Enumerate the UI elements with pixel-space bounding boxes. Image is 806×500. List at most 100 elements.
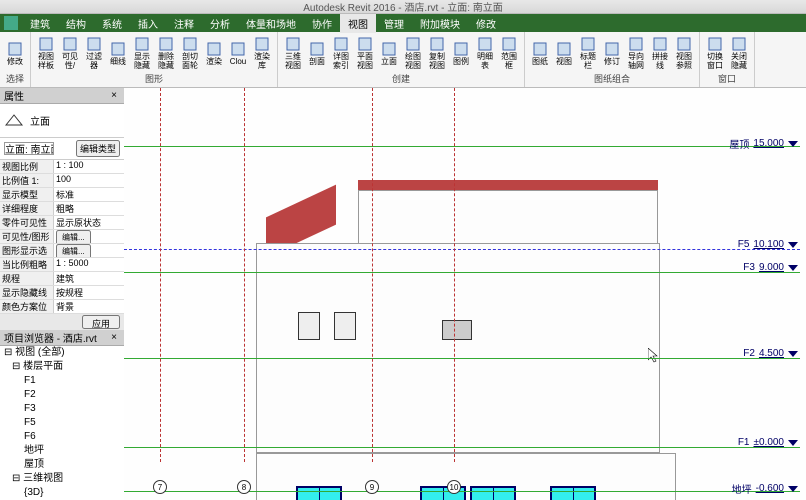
- cmd-细线[interactable]: 细线: [107, 35, 129, 71]
- grid-bubble[interactable]: 10: [447, 480, 461, 494]
- prop-type-label: 立面: [30, 113, 50, 128]
- tree-node[interactable]: F5: [0, 416, 124, 430]
- tree-node[interactable]: F1: [0, 374, 124, 388]
- drawing-canvas[interactable]: 屋顶15.000 F510.100 F39.000 F24.500 F1±0.000 地坪…: [124, 88, 806, 500]
- tree-node[interactable]: ⊟ 视图 (全部): [0, 346, 124, 360]
- prop-value[interactable]: 100: [54, 174, 124, 187]
- cmd-拼接线[interactable]: 拼接线: [649, 35, 671, 71]
- cmd-显示隐藏线[interactable]: 显示隐藏: [131, 35, 153, 71]
- level-line[interactable]: [124, 272, 800, 273]
- level-line[interactable]: [124, 249, 800, 250]
- tab-管理[interactable]: 管理: [376, 14, 412, 33]
- tab-附加模块[interactable]: 附加模块: [412, 14, 468, 33]
- level-marker-icon: [788, 486, 798, 492]
- close-icon[interactable]: ×: [108, 332, 120, 344]
- project-browser[interactable]: ⊟ 视图 (全部)⊟ 楼层平面F1F2F3F5F6地坪屋顶⊟ 三维视图{3D}三…: [0, 346, 124, 500]
- grid-line[interactable]: [372, 88, 373, 462]
- cmd-可见性/图形[interactable]: 可见性/: [59, 35, 81, 71]
- level-tag[interactable]: F1±0.000: [738, 437, 798, 448]
- prop-value[interactable]: 建筑: [54, 272, 124, 285]
- cmd-明细表[interactable]: 明细表: [474, 35, 496, 71]
- prop-value[interactable]: 背景: [54, 300, 124, 313]
- grid-bubble[interactable]: 7: [153, 480, 167, 494]
- cmd-Cloud渲染[interactable]: Clou: [227, 35, 249, 71]
- group-label: 选择: [4, 72, 26, 85]
- cmd-绘图视图[interactable]: 绘图视图: [402, 35, 424, 71]
- cmd-平面视图[interactable]: 平面视图: [354, 35, 376, 71]
- prop-value[interactable]: 粗略: [54, 202, 124, 215]
- prop-row: 显示模型标准: [0, 188, 124, 202]
- cmd-详图索引[interactable]: 详图索引: [330, 35, 352, 71]
- cmd-图纸[interactable]: 图纸: [529, 35, 551, 71]
- grid-line[interactable]: [454, 88, 455, 462]
- cmd-三维视图[interactable]: 三维视图: [282, 35, 304, 71]
- cmd-剖面[interactable]: 剖面: [306, 35, 328, 71]
- cmd-过滤器[interactable]: 过滤器: [83, 35, 105, 71]
- tree-node[interactable]: F6: [0, 430, 124, 444]
- cmd-视图样板[interactable]: 视图样板: [35, 35, 57, 71]
- prop-value[interactable]: 标准: [54, 188, 124, 201]
- cmd-修订[interactable]: 修订: [601, 35, 623, 71]
- level-line[interactable]: [124, 447, 800, 448]
- close-icon[interactable]: ×: [108, 90, 120, 102]
- tab-分析[interactable]: 分析: [202, 14, 238, 33]
- tab-协作[interactable]: 协作: [304, 14, 340, 33]
- cmd-关闭隐藏对象[interactable]: 关闭隐藏: [728, 35, 750, 71]
- app-icon[interactable]: [4, 16, 18, 30]
- level-tag[interactable]: 屋顶15.000: [729, 136, 798, 151]
- cmd-修改[interactable]: 修改: [4, 35, 26, 71]
- cmd-渲染[interactable]: 渲染: [203, 35, 225, 71]
- prop-value[interactable]: 1 : 5000: [54, 258, 124, 271]
- level-tag[interactable]: 地坪-0.600: [732, 481, 798, 496]
- prop-value[interactable]: 编辑...: [54, 230, 124, 243]
- level-line[interactable]: [124, 358, 800, 359]
- tree-node[interactable]: F2: [0, 388, 124, 402]
- cmd-图例[interactable]: 图例: [450, 35, 472, 71]
- grid-line[interactable]: [244, 88, 245, 462]
- tree-node[interactable]: 地坪: [0, 444, 124, 458]
- tree-node[interactable]: 屋顶: [0, 458, 124, 472]
- instance-select[interactable]: [4, 142, 54, 155]
- cmd-切换窗口[interactable]: 切换窗口: [704, 35, 726, 71]
- edit-type-button[interactable]: 编辑类型: [76, 140, 120, 157]
- level-tag[interactable]: F510.100: [738, 239, 798, 250]
- cmd-范围框[interactable]: 范围框: [498, 35, 520, 71]
- tab-插入[interactable]: 插入: [130, 14, 166, 33]
- prop-value[interactable]: 编辑...: [54, 244, 124, 257]
- tab-结构[interactable]: 结构: [58, 14, 94, 33]
- prop-value[interactable]: 按规程: [54, 286, 124, 299]
- cmd-导向轴网[interactable]: 导向轴网: [625, 35, 647, 71]
- tree-node[interactable]: ⊟ 三维视图: [0, 472, 124, 486]
- cmd-标题栏[interactable]: 标题栏: [577, 35, 599, 71]
- level-tag[interactable]: F39.000: [743, 262, 798, 273]
- cmd-视图参照[interactable]: 视图参照: [673, 35, 695, 71]
- level-tag[interactable]: F24.500: [743, 348, 798, 359]
- prop-value[interactable]: 显示原状态: [54, 216, 124, 229]
- level-line[interactable]: [124, 146, 800, 147]
- prop-key: 可见性/图形替换: [0, 230, 54, 243]
- cmd-删除隐藏线[interactable]: 删除隐藏: [155, 35, 177, 71]
- tree-node[interactable]: {3D}: [0, 486, 124, 500]
- level-elev: 9.000: [759, 262, 784, 273]
- tree-node[interactable]: F3: [0, 402, 124, 416]
- tab-体量和场地[interactable]: 体量和场地: [238, 14, 304, 33]
- cmd-视图[interactable]: 视图: [553, 35, 575, 71]
- cmd-渲染库[interactable]: 渲染库: [251, 35, 273, 71]
- tab-视图[interactable]: 视图: [340, 14, 376, 33]
- cmd-复制视图[interactable]: 复制视图: [426, 35, 448, 71]
- apply-button[interactable]: 应用: [82, 315, 120, 329]
- grid-bubble[interactable]: 8: [237, 480, 251, 494]
- prop-type-selector[interactable]: 立面: [0, 104, 124, 138]
- cmd-立面[interactable]: 立面: [378, 35, 400, 71]
- grid-bubble[interactable]: 9: [365, 480, 379, 494]
- tab-注释[interactable]: 注释: [166, 14, 202, 33]
- title-bar: Autodesk Revit 2016 - 酒店.rvt - 立面: 南立面: [0, 0, 806, 14]
- tab-建筑[interactable]: 建筑: [22, 14, 58, 33]
- grid-line[interactable]: [160, 88, 161, 462]
- tree-node[interactable]: ⊟ 楼层平面: [0, 360, 124, 374]
- tab-修改[interactable]: 修改: [468, 14, 504, 33]
- prop-value[interactable]: [54, 160, 124, 173]
- level-line[interactable]: [124, 491, 800, 492]
- cmd-剖切面轮廓[interactable]: 剖切面轮: [179, 35, 201, 71]
- tab-系统[interactable]: 系统: [94, 14, 130, 33]
